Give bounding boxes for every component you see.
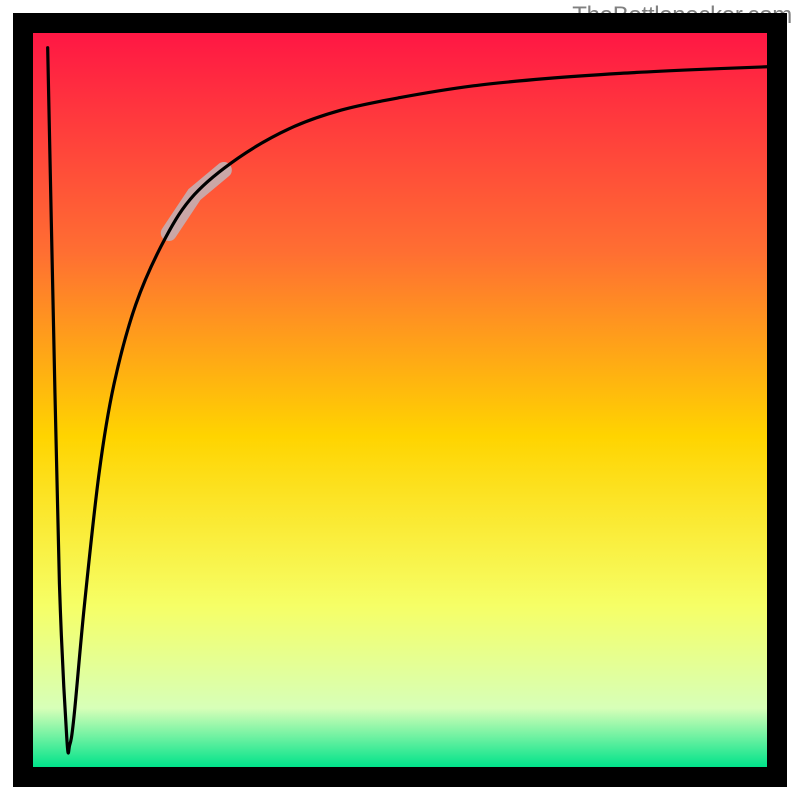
plot-background	[33, 33, 767, 767]
chart-stage: TheBottlenecker.com	[0, 0, 800, 800]
chart-svg	[0, 0, 800, 800]
